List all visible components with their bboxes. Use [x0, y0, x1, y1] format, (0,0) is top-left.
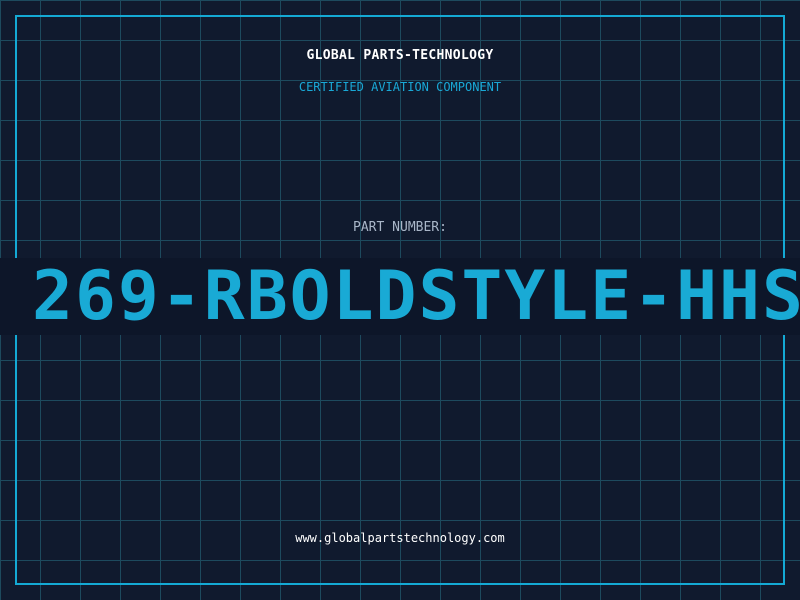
company-name: GLOBAL PARTS-TECHNOLOGY — [306, 48, 494, 63]
part-label-card: GLOBAL PARTS-TECHNOLOGY CERTIFIED AVIATI… — [0, 0, 800, 600]
part-number-label: PART NUMBER: — [353, 220, 447, 235]
part-number-value: 269-RBOLDSTYLE-HHSM — [32, 258, 800, 335]
part-number-band: 269-RBOLDSTYLE-HHSM — [0, 258, 800, 335]
certification-subtitle: CERTIFIED AVIATION COMPONENT — [298, 80, 502, 94]
website-url: www.globalpartstechnology.com — [295, 531, 505, 545]
